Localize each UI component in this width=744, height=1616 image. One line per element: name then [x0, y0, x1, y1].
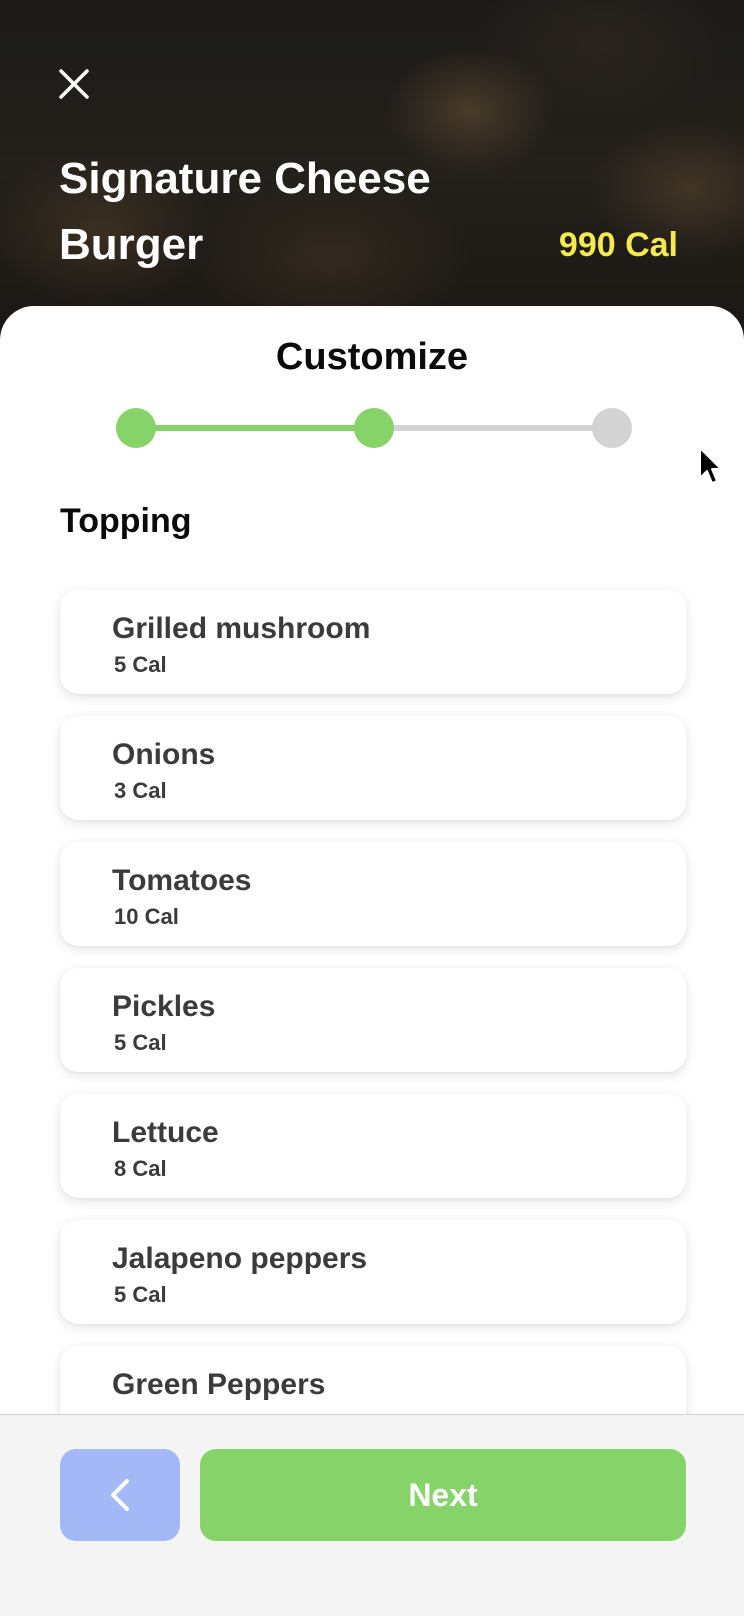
product-title: Signature Cheese Burger: [59, 154, 431, 269]
section-label: Topping: [60, 502, 192, 540]
chevron-left-icon: [111, 1479, 129, 1511]
step-connector-1: [134, 425, 374, 431]
step-dot-2: [354, 408, 394, 448]
topping-card[interactable]: Grilled mushroom 5 Cal: [60, 590, 686, 694]
hero-banner: Signature Cheese Burger 990 Cal: [0, 0, 744, 340]
topping-name: Onions: [112, 738, 216, 771]
topping-name: Jalapeno peppers: [112, 1242, 368, 1275]
customize-sheet: Customize Topping Grilled mushroom 5 Cal…: [0, 306, 744, 1416]
topping-card[interactable]: Tomatoes 10 Cal: [60, 842, 686, 946]
topping-name: Tomatoes: [112, 864, 252, 897]
back-button[interactable]: [60, 1449, 180, 1541]
step-dot-1: [116, 408, 156, 448]
footer-bar: Next: [0, 1414, 744, 1616]
step-connector-2: [374, 425, 612, 431]
topping-calories: 5 Cal: [114, 1282, 167, 1307]
topping-calories: 5 Cal: [114, 1030, 167, 1055]
progress-stepper: [0, 406, 744, 450]
topping-calories: 10 Cal: [114, 904, 179, 929]
topping-calories: 5 Cal: [114, 652, 167, 677]
topping-name: Green Peppers: [112, 1368, 326, 1401]
topping-name: Grilled mushroom: [112, 612, 371, 645]
topping-calories: 8 Cal: [114, 1156, 167, 1181]
topping-card[interactable]: Pickles 5 Cal: [60, 968, 686, 1072]
topping-list: Grilled mushroom 5 Cal Onions 3 Cal Toma…: [60, 590, 686, 1416]
topping-name: Lettuce: [112, 1116, 219, 1149]
mouse-pointer-icon: [699, 447, 722, 484]
topping-name: Pickles: [112, 990, 216, 1023]
next-button[interactable]: Next: [200, 1449, 686, 1541]
close-button[interactable]: [54, 64, 94, 104]
step-dot-3: [592, 408, 632, 448]
product-calories: 990 Cal: [558, 226, 678, 264]
topping-card[interactable]: Onions 3 Cal: [60, 716, 686, 820]
topping-calories: 3 Cal: [114, 778, 167, 803]
topping-card[interactable]: Lettuce 8 Cal: [60, 1094, 686, 1198]
sheet-title: Customize: [275, 336, 469, 378]
topping-card[interactable]: Green Peppers: [60, 1346, 686, 1416]
close-icon: [59, 69, 89, 99]
topping-card[interactable]: Jalapeno peppers 5 Cal: [60, 1220, 686, 1324]
